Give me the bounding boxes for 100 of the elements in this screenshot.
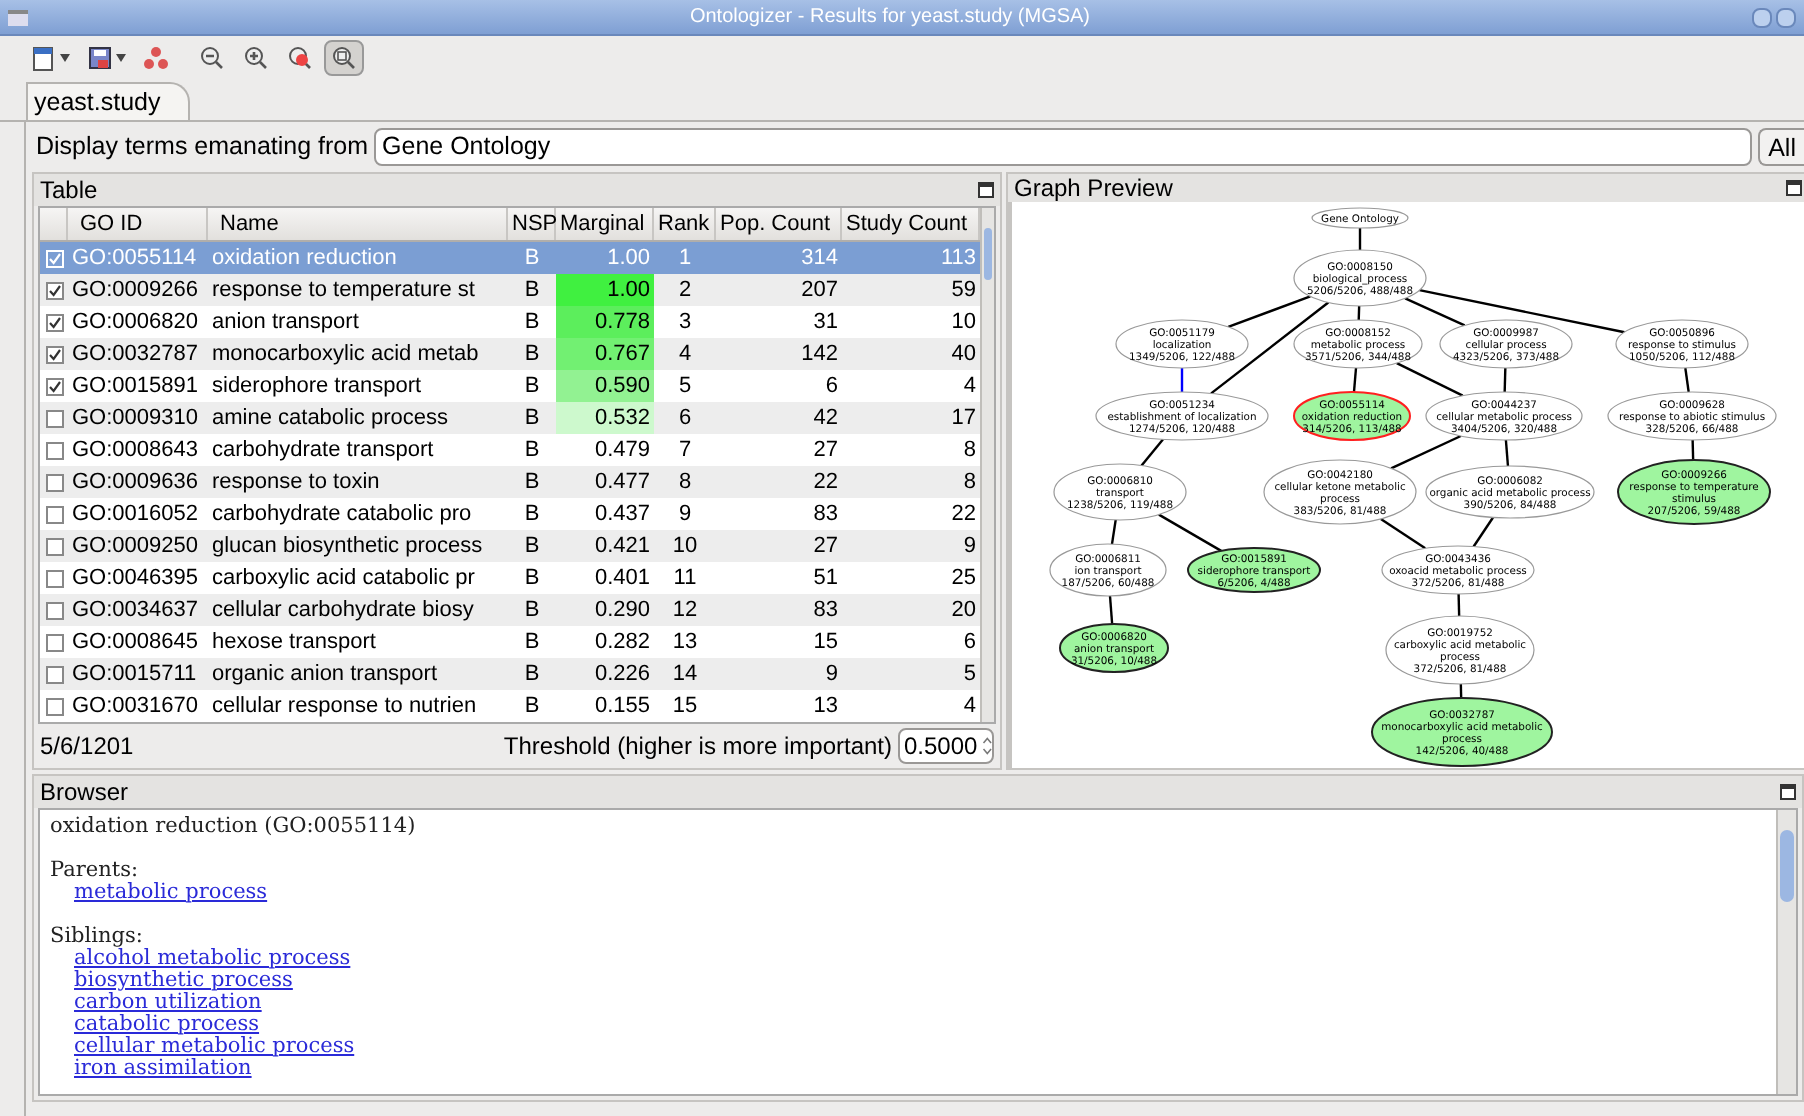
column-header[interactable]: Name — [208, 208, 508, 240]
table-cell-text: response to temperature st — [210, 276, 477, 306]
table-cell-text: 10 — [949, 308, 978, 338]
table-row[interactable]: GO:0015891 siderophore transport B 0.590 5 6 4 — [40, 370, 980, 402]
term-link[interactable]: biosynthetic process — [74, 970, 293, 992]
table-cell-text: 9 — [676, 500, 694, 530]
table-cell-text: GO:0006820 — [70, 308, 200, 338]
table-cell-text: 25 — [949, 564, 978, 594]
save-icon — [86, 44, 114, 72]
table-cell-text: cellular response to nutrien — [210, 692, 479, 722]
maximize-icon[interactable] — [1786, 180, 1802, 196]
row-checkbox[interactable] — [45, 345, 63, 363]
table-cell-text: 5 — [676, 372, 694, 402]
row-checkbox[interactable] — [45, 281, 63, 299]
table-cell-text: 17 — [949, 404, 978, 434]
table-cell-text: 42 — [811, 404, 840, 434]
row-checkbox[interactable] — [45, 505, 63, 523]
table-cell-text: 0.155 — [592, 692, 652, 722]
document-tab[interactable]: yeast.study — [26, 82, 191, 120]
term-link[interactable]: carbon utilization — [74, 992, 262, 1014]
row-checkbox[interactable] — [45, 633, 63, 651]
table-cell-text: GO:0008643 — [70, 436, 200, 466]
table-cell-text: GO:0046395 — [70, 564, 200, 594]
column-header[interactable]: NSP — [508, 208, 556, 240]
table-cell-text: B — [522, 628, 542, 658]
table-cell-text: 9 — [823, 660, 840, 690]
column-header[interactable]: Pop. Count — [716, 208, 842, 240]
column-header[interactable]: GO ID — [68, 208, 208, 240]
row-checkbox[interactable] — [45, 377, 63, 395]
table-row[interactable]: GO:0008643 carbohydrate transport B 0.479 7 27 8 — [40, 434, 980, 466]
minimize-button[interactable] — [1752, 7, 1772, 27]
table-cell-text: carbohydrate catabolic pro — [210, 500, 474, 530]
table-cell: 0.778 — [556, 306, 654, 338]
table-row[interactable]: GO:0015711 organic anion transport B 0.226 14 9 5 — [40, 658, 980, 690]
maximize-icon[interactable] — [1780, 784, 1796, 800]
row-checkbox[interactable] — [45, 665, 63, 683]
maximize-button[interactable] — [1776, 7, 1796, 27]
term-link[interactable]: catabolic process — [74, 1014, 260, 1036]
table-cell-text: 8 — [676, 468, 694, 498]
table-cell-text: 13 — [670, 628, 700, 658]
column-header[interactable]: Marginal — [556, 208, 654, 240]
toolbar-button[interactable] — [324, 40, 364, 76]
row-checkbox[interactable] — [45, 569, 63, 587]
term-count: 5/6/1201 — [40, 730, 134, 764]
table-cell-text: B — [522, 692, 542, 722]
table-cell-text: 1.00 — [605, 244, 652, 274]
table-cell-text: GO:0015891 — [70, 372, 200, 402]
row-checkbox[interactable] — [45, 409, 63, 427]
table-cell-text: 22 — [949, 500, 978, 530]
row-checkbox[interactable] — [45, 601, 63, 619]
table-row[interactable]: GO:0034637 cellular carbohydrate biosy B 0.290 12 83 20 — [40, 594, 980, 626]
row-checkbox[interactable] — [45, 473, 63, 491]
maximize-icon[interactable] — [978, 182, 994, 198]
table-cell: 0.590 — [556, 370, 654, 402]
table-cell-text: 7 — [676, 436, 694, 466]
table-cell-text: 14 — [670, 660, 700, 690]
table-row[interactable]: GO:0009310 amine catabolic process B 0.532 6 42 17 — [40, 402, 980, 434]
table-cell-text: 0.401 — [592, 564, 652, 594]
window-title: Ontologizer - Results for yeast.study (MGSA) — [687, 4, 1093, 32]
row-checkbox[interactable] — [45, 537, 63, 555]
table-row[interactable]: GO:0046395 carboxylic acid catabolic pr B 0.401 11 51 25 — [40, 562, 980, 594]
table-cell-text: B — [522, 532, 542, 562]
table-cell-text: GO:0031670 — [70, 692, 200, 722]
table-cell-text: B — [522, 500, 542, 530]
table-cell-text: 51 — [811, 564, 840, 594]
table-cell-text: B — [522, 596, 542, 626]
table-row[interactable]: GO:0009636 response to toxin B 0.477 8 22 8 — [40, 466, 980, 498]
term-link[interactable]: metabolic process — [74, 882, 268, 904]
table-row[interactable]: GO:0009266 response to temperature st B 1.00 2 207 59 — [40, 274, 980, 306]
table-row[interactable]: GO:0008645 hexose transport B 0.282 13 15 6 — [40, 626, 980, 658]
table-row[interactable]: GO:0006820 anion transport B 0.778 3 31 10 — [40, 306, 980, 338]
all-button[interactable]: All — [1758, 127, 1804, 165]
table-cell-text: 31 — [811, 308, 840, 338]
table-cell-text: 0.437 — [592, 500, 652, 530]
table-cell-text: B — [522, 660, 542, 690]
table-cell-text: 40 — [949, 340, 978, 370]
row-checkbox[interactable] — [45, 313, 63, 331]
term-link[interactable]: iron assimilation — [74, 1058, 252, 1080]
window-menu-icon[interactable] — [8, 9, 28, 25]
zoom-reset-icon — [286, 44, 314, 72]
row-checkbox[interactable] — [45, 697, 63, 715]
ontology-field[interactable]: Gene Ontology — [374, 127, 1753, 165]
threshold-spinner[interactable]: 0.5000 — [898, 728, 994, 764]
table-row[interactable]: GO:0031670 cellular response to nutrien B 0.155 15 13 4 — [40, 690, 980, 722]
table-cell-text: 8 — [961, 468, 978, 498]
table-row[interactable]: GO:0009250 glucan biosynthetic process B 0.421 10 27 9 — [40, 530, 980, 562]
table-cell-text: B — [522, 404, 542, 434]
table-cell-text: 11 — [671, 564, 699, 594]
term-link[interactable]: alcohol metabolic process — [74, 948, 351, 970]
row-checkbox[interactable] — [45, 441, 63, 459]
table-row[interactable]: GO:0032787 monocarboxylic acid metab B 0.767 4 142 40 — [40, 338, 980, 370]
table-cell-text: 3 — [676, 308, 694, 338]
column-header[interactable]: Rank — [654, 208, 716, 240]
scrollbar[interactable] — [980, 208, 994, 722]
table-cell-text: hexose transport — [210, 628, 378, 658]
scrollbar[interactable] — [1776, 810, 1796, 1094]
table-row[interactable]: GO:0016052 carbohydrate catabolic pro B 0.437 9 83 22 — [40, 498, 980, 530]
table-cell-text: 142 — [799, 340, 840, 370]
table-cell-text: 59 — [949, 276, 978, 306]
term-link[interactable]: cellular metabolic process — [74, 1036, 355, 1058]
